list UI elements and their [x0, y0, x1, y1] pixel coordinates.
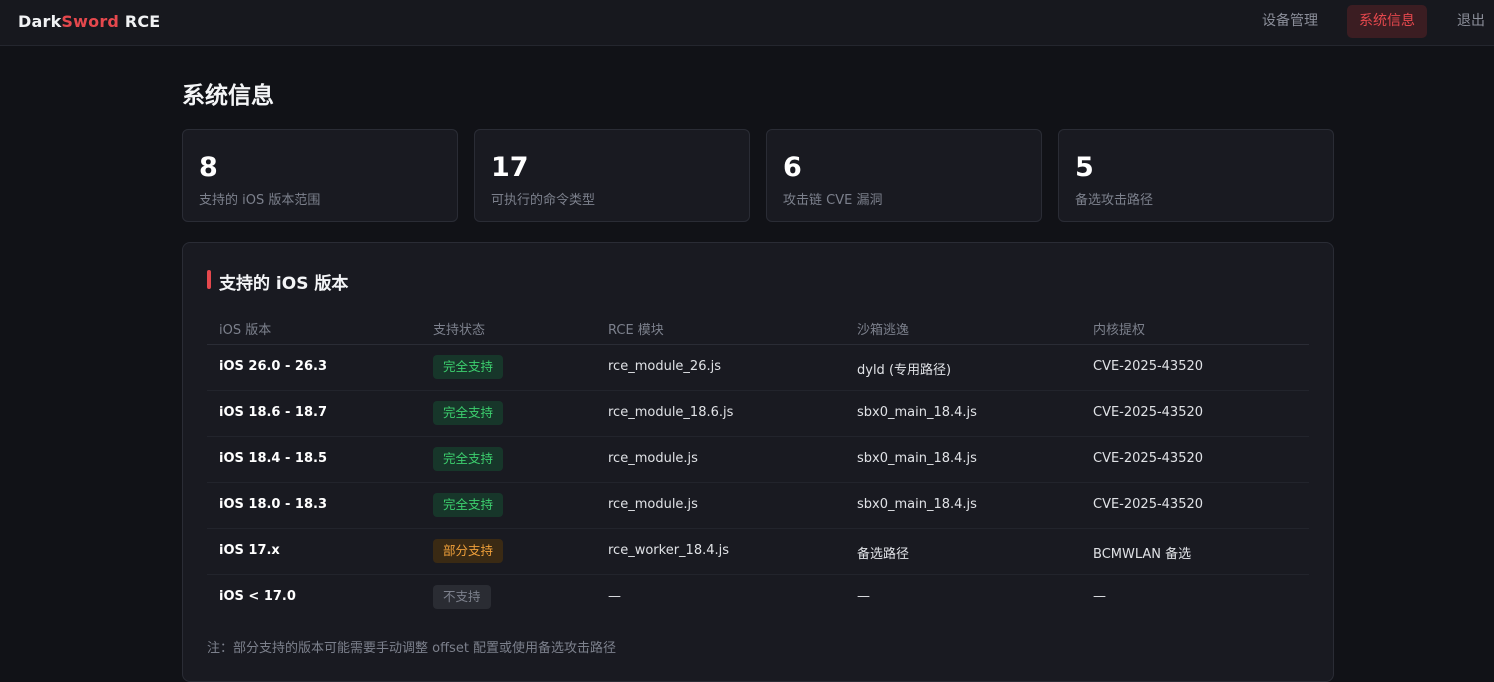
table-row: iOS 26.0 - 26.3 完全支持 rce_module_26.js dy… [207, 345, 1309, 391]
stat-value: 5 [1075, 152, 1094, 183]
stat-label: 支持的 iOS 版本范围 [199, 193, 321, 208]
row-kernel-exploit: CVE-2025-43520 [1093, 497, 1204, 512]
stat-label: 备选攻击路径 [1075, 193, 1154, 208]
app-logo[interactable]: DarkSword RCE [18, 12, 160, 31]
table-row: iOS 18.0 - 18.3 完全支持 rce_module.js sbx0_… [207, 483, 1309, 529]
row-sandbox-escape: sbx0_main_18.4.js [857, 405, 977, 420]
row-kernel-exploit: CVE-2025-43520 [1093, 451, 1204, 466]
row-kernel-exploit: CVE-2025-43520 [1093, 405, 1204, 420]
column-header-sandbox: 沙箱逃逸 [857, 323, 910, 338]
stat-value: 17 [491, 152, 529, 183]
status-badge: 完全支持 [433, 401, 504, 425]
status-badge: 完全支持 [433, 447, 504, 471]
status-badge: 不支持 [433, 585, 491, 609]
row-version: iOS 18.0 - 18.3 [219, 497, 327, 512]
row-sandbox-escape: sbx0_main_18.4.js [857, 451, 977, 466]
supported-versions-panel: 支持的 iOS 版本 iOS 版本 支持状态 RCE 模块 沙箱逃逸 内核提权 … [182, 242, 1334, 682]
status-badge: 完全支持 [433, 493, 504, 517]
row-version: iOS < 17.0 [219, 589, 296, 604]
row-version: iOS 17.x [219, 543, 280, 558]
stat-label: 攻击链 CVE 漏洞 [783, 193, 883, 208]
footnote: 注：部分支持的版本可能需要手动调整 offset 配置或使用备选攻击路径 [207, 641, 617, 656]
row-rce-module: rce_worker_18.4.js [608, 543, 730, 558]
table-header: iOS 版本 支持状态 RCE 模块 沙箱逃逸 内核提权 [207, 311, 1309, 345]
row-rce-module: rce_module_18.6.js [608, 405, 734, 420]
status-badge: 完全支持 [433, 355, 504, 379]
page-title: 系统信息 [182, 83, 274, 109]
row-sandbox-escape: 备选路径 [857, 547, 910, 562]
row-rce-module: — [608, 589, 621, 604]
brand-part3: RCE [119, 12, 161, 31]
row-rce-module: rce_module_26.js [608, 359, 721, 374]
table-row: iOS 18.4 - 18.5 完全支持 rce_module.js sbx0_… [207, 437, 1309, 483]
stat-value: 6 [783, 152, 802, 183]
brand-part2: Sword [61, 12, 120, 31]
stat-card-command-types: 17 可执行的命令类型 [474, 129, 750, 222]
row-version: iOS 18.6 - 18.7 [219, 405, 327, 420]
nav-logout[interactable]: 退出 [1445, 5, 1494, 38]
brand-part1: Dark [18, 12, 62, 31]
top-nav-bar: DarkSword RCE 设备管理 系统信息 退出 [0, 0, 1494, 46]
row-sandbox-escape: dyld (专用路径) [857, 363, 952, 378]
row-kernel-exploit: BCMWLAN 备选 [1093, 547, 1192, 562]
column-header-status: 支持状态 [433, 323, 486, 338]
row-rce-module: rce_module.js [608, 451, 698, 466]
row-version: iOS 18.4 - 18.5 [219, 451, 327, 466]
row-rce-module: rce_module.js [608, 497, 698, 512]
section-title: 支持的 iOS 版本 [219, 274, 349, 294]
row-kernel-exploit: — [1093, 589, 1106, 604]
status-badge: 部分支持 [433, 539, 504, 563]
column-header-version: iOS 版本 [219, 323, 272, 338]
row-kernel-exploit: CVE-2025-43520 [1093, 359, 1204, 374]
column-header-kernel: 内核提权 [1093, 323, 1146, 338]
row-sandbox-escape: — [857, 589, 870, 604]
column-header-rce: RCE 模块 [608, 323, 664, 338]
nav-device-management[interactable]: 设备管理 [1250, 5, 1330, 38]
row-version: iOS 26.0 - 26.3 [219, 359, 327, 374]
stat-card-cve: 6 攻击链 CVE 漏洞 [766, 129, 1042, 222]
stat-card-ios-versions: 8 支持的 iOS 版本范围 [182, 129, 458, 222]
nav-system-info[interactable]: 系统信息 [1347, 5, 1427, 38]
table-row: iOS 17.x 部分支持 rce_worker_18.4.js 备选路径 BC… [207, 529, 1309, 575]
table-row: iOS 18.6 - 18.7 完全支持 rce_module_18.6.js … [207, 391, 1309, 437]
stat-label: 可执行的命令类型 [491, 193, 596, 208]
row-sandbox-escape: sbx0_main_18.4.js [857, 497, 977, 512]
stat-value: 8 [199, 152, 218, 183]
section-accent-bar [207, 270, 211, 289]
table-row: iOS < 17.0 不支持 — — — [207, 575, 1309, 621]
stat-card-alt-paths: 5 备选攻击路径 [1058, 129, 1334, 222]
